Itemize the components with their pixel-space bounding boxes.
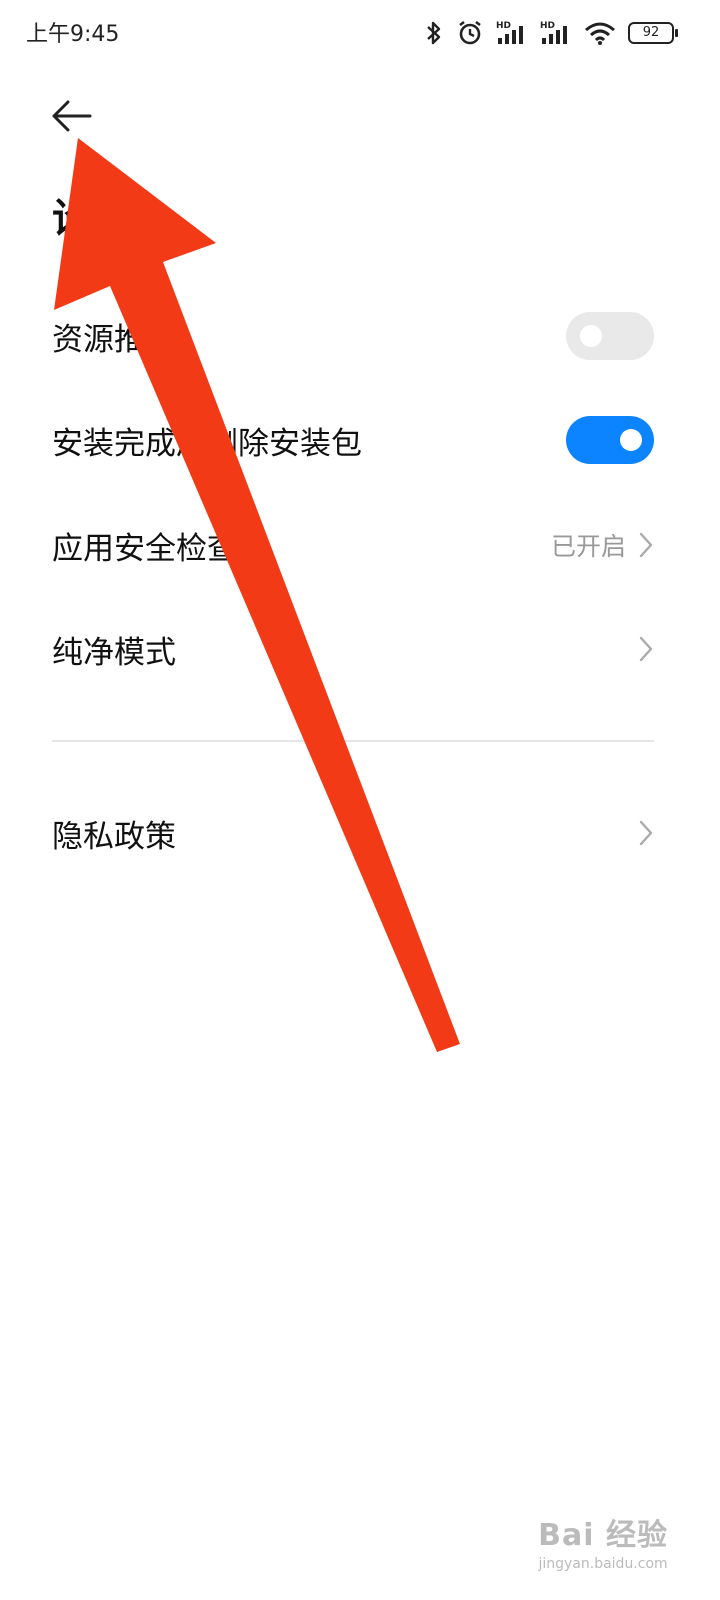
setting-label: 应用安全检查 xyxy=(52,530,238,567)
bluetooth-icon xyxy=(427,21,441,45)
setting-app-security-check[interactable]: 应用安全检查 已开启 xyxy=(52,510,654,580)
toggle-knob xyxy=(580,325,602,347)
chevron-right-icon xyxy=(639,532,653,558)
battery-icon: 92 xyxy=(628,22,678,44)
chevron-right-icon xyxy=(639,820,653,846)
section-divider xyxy=(52,740,654,742)
delete-package-toggle[interactable] xyxy=(566,416,654,464)
watermark-url: jingyan.baidu.com xyxy=(538,1556,668,1572)
setting-delete-package-after-install[interactable]: 安装完成后删除安装包 xyxy=(52,405,654,475)
toggle-knob xyxy=(620,429,642,451)
page-title: 设置 xyxy=(52,196,132,242)
setting-control xyxy=(566,312,654,360)
svg-text:HD: HD xyxy=(496,21,511,31)
setting-value: 已开启 xyxy=(550,532,626,561)
setting-control xyxy=(638,819,654,847)
baidu-jingyan-watermark: Bai 经验 jingyan.baidu.com xyxy=(538,1510,668,1572)
status-bar: 上午9:45 HD HD 92 xyxy=(0,0,720,64)
setting-privacy-policy[interactable]: 隐私政策 xyxy=(52,798,654,868)
setting-label: 纯净模式 xyxy=(52,634,176,671)
battery-level: 92 xyxy=(642,25,660,40)
watermark-logo: Bai 经验 xyxy=(538,1518,668,1553)
status-icons: HD HD 92 xyxy=(424,16,678,50)
wifi-icon xyxy=(585,22,615,45)
setting-resource-recommendation[interactable]: 资源推荐 xyxy=(52,301,654,371)
arrow-left-icon xyxy=(52,100,92,132)
setting-control xyxy=(566,416,654,464)
setting-label: 资源推荐 xyxy=(52,321,176,358)
setting-label: 安装完成后删除安装包 xyxy=(52,425,362,462)
setting-pure-mode[interactable]: 纯净模式 xyxy=(52,614,654,684)
setting-label: 隐私政策 xyxy=(52,818,176,855)
hd-signal-icon: HD xyxy=(496,21,523,44)
status-time: 上午9:45 xyxy=(26,22,120,47)
chevron-right-icon xyxy=(639,636,653,662)
hd-signal-icon: HD xyxy=(540,21,567,44)
alarm-icon xyxy=(459,20,481,45)
svg-text:HD: HD xyxy=(540,21,555,31)
resource-recommendation-toggle[interactable] xyxy=(566,312,654,360)
setting-control: 已开启 xyxy=(551,527,654,563)
back-button[interactable] xyxy=(50,96,94,136)
setting-control xyxy=(638,635,654,663)
